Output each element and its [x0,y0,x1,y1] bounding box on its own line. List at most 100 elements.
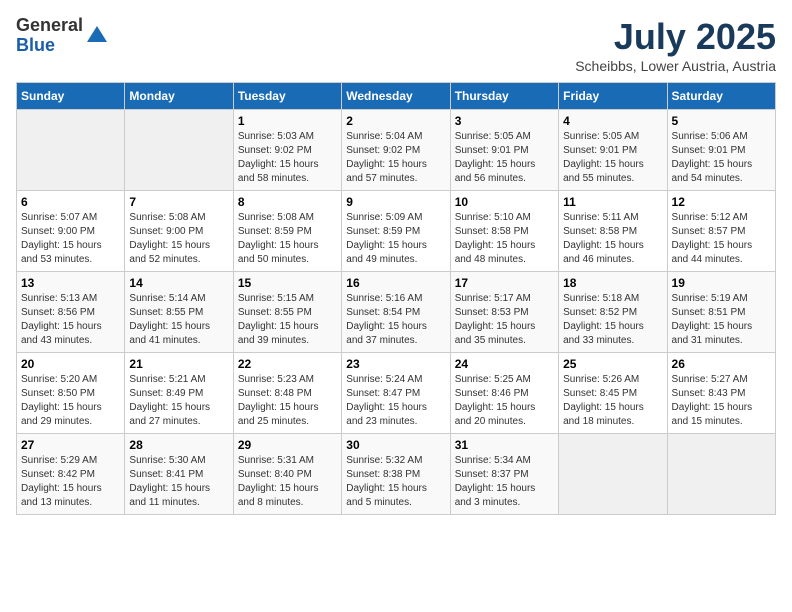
day-number: 16 [346,276,445,290]
day-info: Sunrise: 5:07 AM Sunset: 9:00 PM Dayligh… [21,211,120,267]
day-number: 20 [21,357,120,371]
day-info: Sunrise: 5:19 AM Sunset: 8:51 PM Dayligh… [672,292,771,348]
weekday-row: SundayMondayTuesdayWednesdayThursdayFrid… [17,83,776,110]
day-number: 9 [346,195,445,209]
calendar-header: SundayMondayTuesdayWednesdayThursdayFrid… [17,83,776,110]
day-info: Sunrise: 5:24 AM Sunset: 8:47 PM Dayligh… [346,373,445,429]
day-info: Sunrise: 5:14 AM Sunset: 8:55 PM Dayligh… [129,292,228,348]
calendar-cell: 6 Sunrise: 5:07 AM Sunset: 9:00 PM Daylig… [17,191,125,272]
calendar-cell [559,434,667,515]
calendar-cell: 11Sunrise: 5:11 AM Sunset: 8:58 PM Dayli… [559,191,667,272]
weekday-header: Wednesday [342,83,450,110]
day-number: 30 [346,438,445,452]
day-number: 15 [238,276,337,290]
day-number: 22 [238,357,337,371]
calendar-body: 1Sunrise: 5:03 AM Sunset: 9:02 PM Daylig… [17,110,776,515]
day-info: Sunrise: 5:17 AM Sunset: 8:53 PM Dayligh… [455,292,554,348]
day-info: Sunrise: 5:05 AM Sunset: 9:01 PM Dayligh… [563,130,662,186]
day-info: Sunrise: 5:18 AM Sunset: 8:52 PM Dayligh… [563,292,662,348]
day-number: 27 [21,438,120,452]
day-info: Sunrise: 5:34 AM Sunset: 8:37 PM Dayligh… [455,454,554,510]
logo-blue: Blue [16,36,83,56]
day-number: 4 [563,114,662,128]
calendar-cell: 31 Sunrise: 5:34 AM Sunset: 8:37 PM Dayli… [450,434,558,515]
day-number: 2 [346,114,445,128]
weekday-header: Tuesday [233,83,341,110]
calendar-cell [125,110,233,191]
day-info: Sunrise: 5:26 AM Sunset: 8:45 PM Dayligh… [563,373,662,429]
day-number: 14 [129,276,228,290]
calendar-week-row: 20 Sunrise: 5:20 AM Sunset: 8:50 PM Dayli… [17,353,776,434]
day-info: Sunrise: 5:10 AM Sunset: 8:58 PM Dayligh… [455,211,554,267]
calendar-cell: 21 Sunrise: 5:21 AM Sunset: 8:49 PM Dayli… [125,353,233,434]
day-info: Sunrise: 5:32 AM Sunset: 8:38 PM Dayligh… [346,454,445,510]
calendar-cell: 3Sunrise: 5:05 AM Sunset: 9:01 PM Daylig… [450,110,558,191]
day-number: 8 [238,195,337,209]
day-info: Sunrise: 5:16 AM Sunset: 8:54 PM Dayligh… [346,292,445,348]
calendar-cell: 20 Sunrise: 5:20 AM Sunset: 8:50 PM Dayli… [17,353,125,434]
month-title: July 2025 [575,16,776,58]
day-number: 31 [455,438,554,452]
calendar-cell [17,110,125,191]
day-info: Sunrise: 5:09 AM Sunset: 8:59 PM Dayligh… [346,211,445,267]
day-number: 23 [346,357,445,371]
day-number: 18 [563,276,662,290]
calendar-cell: 15 Sunrise: 5:15 AM Sunset: 8:55 PM Dayli… [233,272,341,353]
day-number: 21 [129,357,228,371]
day-info: Sunrise: 5:04 AM Sunset: 9:02 PM Dayligh… [346,130,445,186]
day-number: 29 [238,438,337,452]
calendar-cell: 19 Sunrise: 5:19 AM Sunset: 8:51 PM Dayli… [667,272,775,353]
calendar-cell [667,434,775,515]
calendar-cell: 17Sunrise: 5:17 AM Sunset: 8:53 PM Dayli… [450,272,558,353]
calendar-week-row: 13 Sunrise: 5:13 AM Sunset: 8:56 PM Dayli… [17,272,776,353]
day-info: Sunrise: 5:13 AM Sunset: 8:56 PM Dayligh… [21,292,120,348]
day-number: 10 [455,195,554,209]
weekday-header: Thursday [450,83,558,110]
day-number: 28 [129,438,228,452]
day-info: Sunrise: 5:21 AM Sunset: 8:49 PM Dayligh… [129,373,228,429]
day-info: Sunrise: 5:11 AM Sunset: 8:58 PM Dayligh… [563,211,662,267]
day-number: 26 [672,357,771,371]
calendar-cell: 30 Sunrise: 5:32 AM Sunset: 8:38 PM Dayli… [342,434,450,515]
logo-text: General Blue [16,16,83,56]
calendar-cell: 27Sunrise: 5:29 AM Sunset: 8:42 PM Dayli… [17,434,125,515]
day-info: Sunrise: 5:08 AM Sunset: 9:00 PM Dayligh… [129,211,228,267]
logo-general: General [16,16,83,36]
weekday-header: Monday [125,83,233,110]
calendar-cell: 5Sunrise: 5:06 AM Sunset: 9:01 PM Daylig… [667,110,775,191]
calendar-cell: 1Sunrise: 5:03 AM Sunset: 9:02 PM Daylig… [233,110,341,191]
calendar-cell: 24 Sunrise: 5:25 AM Sunset: 8:46 PM Dayli… [450,353,558,434]
day-number: 19 [672,276,771,290]
day-number: 25 [563,357,662,371]
calendar-cell: 23 Sunrise: 5:24 AM Sunset: 8:47 PM Dayli… [342,353,450,434]
calendar-cell: 29Sunrise: 5:31 AM Sunset: 8:40 PM Dayli… [233,434,341,515]
calendar-cell: 9 Sunrise: 5:09 AM Sunset: 8:59 PM Daylig… [342,191,450,272]
calendar-cell: 13 Sunrise: 5:13 AM Sunset: 8:56 PM Dayli… [17,272,125,353]
day-info: Sunrise: 5:06 AM Sunset: 9:01 PM Dayligh… [672,130,771,186]
day-info: Sunrise: 5:25 AM Sunset: 8:46 PM Dayligh… [455,373,554,429]
calendar-cell: 4 Sunrise: 5:05 AM Sunset: 9:01 PM Daylig… [559,110,667,191]
day-number: 3 [455,114,554,128]
calendar-cell: 22 Sunrise: 5:23 AM Sunset: 8:48 PM Dayli… [233,353,341,434]
calendar-week-row: 1Sunrise: 5:03 AM Sunset: 9:02 PM Daylig… [17,110,776,191]
title-block: July 2025 Scheibbs, Lower Austria, Austr… [575,16,776,74]
calendar-cell: 26Sunrise: 5:27 AM Sunset: 8:43 PM Dayli… [667,353,775,434]
calendar-cell: 28Sunrise: 5:30 AM Sunset: 8:41 PM Dayli… [125,434,233,515]
day-number: 12 [672,195,771,209]
day-number: 24 [455,357,554,371]
day-number: 6 [21,195,120,209]
calendar-week-row: 6 Sunrise: 5:07 AM Sunset: 9:00 PM Daylig… [17,191,776,272]
logo-icon [85,24,109,48]
weekday-header: Sunday [17,83,125,110]
weekday-header: Saturday [667,83,775,110]
day-info: Sunrise: 5:15 AM Sunset: 8:55 PM Dayligh… [238,292,337,348]
calendar-cell: 2 Sunrise: 5:04 AM Sunset: 9:02 PM Daylig… [342,110,450,191]
day-number: 13 [21,276,120,290]
calendar-cell: 12Sunrise: 5:12 AM Sunset: 8:57 PM Dayli… [667,191,775,272]
day-info: Sunrise: 5:20 AM Sunset: 8:50 PM Dayligh… [21,373,120,429]
calendar-cell: 10 Sunrise: 5:10 AM Sunset: 8:58 PM Dayli… [450,191,558,272]
day-info: Sunrise: 5:23 AM Sunset: 8:48 PM Dayligh… [238,373,337,429]
calendar-cell: 18 Sunrise: 5:18 AM Sunset: 8:52 PM Dayli… [559,272,667,353]
weekday-header: Friday [559,83,667,110]
calendar-cell: 7Sunrise: 5:08 AM Sunset: 9:00 PM Daylig… [125,191,233,272]
